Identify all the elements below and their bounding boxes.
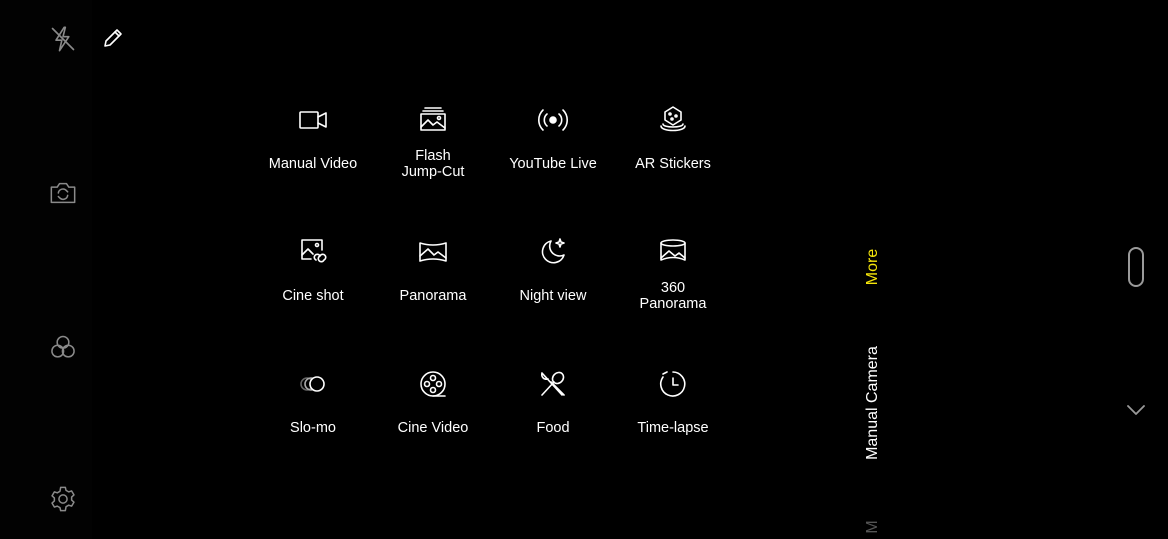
mode-label: Food [536,420,570,436]
mode-tab-manual-camera[interactable]: Manual Camera [864,343,882,463]
chevron-down-icon[interactable] [1124,400,1148,420]
mode-label: YouTube Live [509,156,597,172]
mode-panorama[interactable]: Panorama [373,236,493,326]
mode-flash-jump-cut[interactable]: Flash Jump-Cut [373,104,493,194]
mode-label: Manual Video [268,156,358,172]
mode-label: Panorama [399,288,467,304]
film-reel-icon [417,368,449,400]
mode-ar-stickers[interactable]: AR Stickers [613,104,733,194]
left-toolbar [0,0,92,539]
flash-off-icon[interactable] [48,24,78,54]
pencil-icon[interactable] [99,24,127,52]
moon-icon [537,236,569,268]
live-broadcast-icon [537,104,569,136]
mode-label: Cine shot [282,288,344,304]
slo-mo-icon [297,368,329,400]
switch-camera-icon[interactable] [48,178,78,208]
mode-label: Flash Jump-Cut [401,148,465,180]
cine-shot-icon [297,236,329,268]
mode-manual-video[interactable]: Manual Video [253,104,373,194]
mode-label: Slo-mo [290,420,336,436]
video-camera-icon [297,104,329,136]
mode-cine-video[interactable]: Cine Video [373,368,493,458]
stacked-photos-icon [417,104,449,136]
shutter-handle-icon[interactable] [1128,247,1144,287]
mode-360-panorama[interactable]: 360 Panorama [613,236,733,326]
panorama-icon [417,236,449,268]
mode-label: AR Stickers [635,156,711,172]
ar-sticker-icon [657,104,689,136]
mode-label: Time-lapse [637,420,709,436]
mode-cine-shot[interactable]: Cine shot [253,236,373,326]
mode-time-lapse[interactable]: Time-lapse [613,368,733,458]
mode-label: Night view [519,288,587,304]
mode-tab-partial[interactable]: M [864,517,882,537]
mode-label: 360 Panorama [639,280,707,312]
mode-night-view[interactable]: Night view [493,236,613,326]
mode-tab-more[interactable]: More [864,242,882,292]
settings-icon[interactable] [48,484,78,514]
mode-slo-mo[interactable]: Slo-mo [253,368,373,458]
mode-label: Cine Video [397,420,469,436]
fork-spoon-icon [537,368,569,400]
filters-icon[interactable] [48,332,78,362]
mode-food[interactable]: Food [493,368,613,458]
panorama-360-icon [657,236,689,268]
mode-youtube-live[interactable]: YouTube Live [493,104,613,194]
timer-icon [657,368,689,400]
